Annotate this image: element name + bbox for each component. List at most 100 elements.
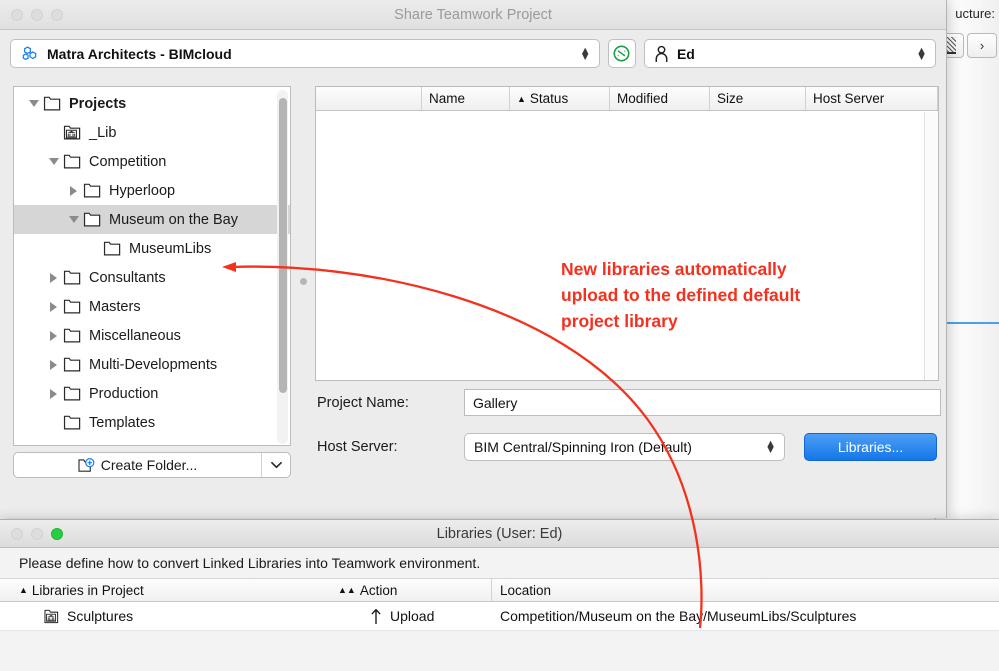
tree-twisty[interactable] (27, 97, 40, 110)
host-server-row: Host Server: BIM Central/Spinning Iron (… (317, 433, 941, 461)
folder-icon (63, 154, 81, 169)
tree-item-label: Masters (89, 298, 141, 315)
tree-twisty (87, 242, 100, 255)
column-header-status[interactable]: ▲ Status (510, 87, 610, 110)
user-select[interactable]: Ed ▲ ▼ (643, 39, 937, 68)
tree-item-lib[interactable]: _Lib (14, 118, 290, 147)
close-button[interactable] (11, 8, 23, 21)
column-header-blank[interactable] (316, 87, 422, 110)
library-folder-icon (63, 125, 81, 140)
zoom-button[interactable] (51, 8, 63, 21)
tree-item-label: Templates (89, 414, 156, 431)
chevron-right-icon (50, 359, 57, 370)
column-label: Modified (617, 91, 669, 106)
column-header-size[interactable]: Size (710, 87, 806, 110)
person-icon (655, 45, 668, 62)
libraries-button[interactable]: Libraries... (804, 433, 937, 461)
tree-item-production[interactable]: Production (14, 379, 290, 408)
project-name-input[interactable]: Gallery (464, 389, 941, 416)
column-label-libraries-in-project: Libraries in Project (31, 582, 144, 598)
libraries-window-title: Libraries (User: Ed) (436, 525, 563, 542)
tree-twisty[interactable] (47, 387, 60, 400)
file-list-body[interactable] (316, 111, 938, 380)
table-row[interactable]: Sculptures Upload Competition/Museum on … (0, 602, 999, 631)
column-header-host-server[interactable]: Host Server (806, 87, 938, 110)
tree-item-miscellaneous[interactable]: Miscellaneous (14, 321, 290, 350)
create-folder-menu-button[interactable] (261, 453, 290, 477)
tree-scrollbar-thumb[interactable] (278, 98, 287, 393)
tree-twisty (47, 126, 60, 139)
tree-item-label: Museum on the Bay (109, 211, 238, 228)
libraries-window: Libraries (User: Ed) Please define how t… (0, 519, 999, 671)
structure-next-button[interactable]: › (967, 33, 997, 58)
libraries-window-titlebar[interactable]: Libraries (User: Ed) (0, 520, 999, 548)
tree-twisty[interactable] (67, 213, 80, 226)
chevron-down-icon (48, 158, 59, 165)
panel-splitter-handle[interactable] (300, 278, 307, 285)
library-location-cell: Competition/Museum on the Bay/MuseumLibs… (500, 608, 857, 624)
libraries-instruction-text: Please define how to convert Linked Libr… (0, 548, 999, 579)
window-titlebar[interactable]: Share Teamwork Project (0, 0, 946, 30)
annotation-line-3: project library (561, 311, 678, 331)
tree-item-hyperloop[interactable]: Hyperloop (14, 176, 290, 205)
upload-arrow-icon (371, 608, 381, 624)
tree-item-museumlibs[interactable]: MuseumLibs (14, 234, 290, 263)
host-server-label: Host Server: (317, 439, 398, 455)
libraries-table-footer (0, 631, 999, 671)
column-label-action: Action (359, 582, 398, 598)
tree-scrollbar[interactable] (277, 90, 288, 444)
column-header-libraries-in-project[interactable]: ▲ Libraries in Project (0, 579, 330, 601)
tree-twisty[interactable] (47, 300, 60, 313)
refresh-button[interactable] (607, 39, 636, 68)
column-label: Size (717, 91, 744, 106)
column-header-location[interactable]: Location (492, 579, 999, 601)
column-header-name[interactable]: Name (422, 87, 510, 110)
minimize-button[interactable] (31, 8, 43, 21)
sort-ascending-icon: ▲ (19, 585, 28, 595)
folder-icon (63, 415, 81, 430)
project-tree-list[interactable]: Projects _Lib Competition Hyperloop Museum o… (14, 87, 290, 437)
tree-item-label: Hyperloop (109, 182, 176, 199)
background-panel-label: ucture: (955, 6, 995, 21)
tree-twisty[interactable] (67, 184, 80, 197)
tree-twisty[interactable] (47, 155, 60, 168)
column-header-action[interactable]: ▲▲ Action (330, 579, 492, 601)
file-list-scrollbar[interactable] (924, 112, 938, 380)
server-stepper-arrows[interactable]: ▲ ▼ (580, 45, 593, 62)
chevron-down-icon (28, 100, 39, 107)
chevron-right-icon (50, 388, 57, 399)
tree-item-label: MuseumLibs (129, 240, 212, 257)
chevron-down-icon (68, 216, 79, 223)
bimcloud-server-value: Matra Architects - BIMcloud (47, 45, 232, 62)
host-server-value: BIM Central/Spinning Iron (Default) (474, 439, 692, 455)
host-server-select[interactable]: BIM Central/Spinning Iron (Default) ▲ ▼ (464, 433, 785, 461)
chevron-right-icon (50, 301, 57, 312)
folder-icon (63, 270, 81, 285)
tree-item-masters[interactable]: Masters (14, 292, 290, 321)
tree-item-museum-on-the-bay[interactable]: Museum on the Bay (14, 205, 290, 234)
tree-twisty[interactable] (47, 329, 60, 342)
chevron-right-icon (50, 330, 57, 341)
tree-twisty[interactable] (47, 271, 60, 284)
column-header-modified[interactable]: Modified (610, 87, 710, 110)
create-folder-button[interactable]: Create Folder... (14, 453, 261, 477)
folder-icon (83, 212, 101, 227)
library-name-cell: Sculptures (0, 608, 330, 624)
tree-item-templates[interactable]: Templates (14, 408, 290, 437)
column-label: Host Server (813, 91, 885, 106)
tree-item-projects[interactable]: Projects (14, 89, 290, 118)
tree-item-consultants[interactable]: Consultants (14, 263, 290, 292)
file-list-header[interactable]: Name ▲ Status Modified Size Host Server (316, 87, 938, 111)
project-file-list-panel: Name ▲ Status Modified Size Host Server (315, 86, 939, 381)
host-server-stepper-arrows[interactable]: ▲ ▼ (765, 439, 778, 456)
new-folder-icon (78, 457, 95, 472)
folder-icon (63, 386, 81, 401)
user-stepper-arrows[interactable]: ▲ ▼ (916, 45, 929, 62)
bimcloud-server-select[interactable]: Matra Architects - BIMcloud ▲ ▼ (10, 39, 600, 68)
tree-item-label: _Lib (89, 124, 117, 141)
libraries-table-header[interactable]: ▲ Libraries in Project ▲▲ Action Locatio… (0, 579, 999, 602)
tree-item-multi-developments[interactable]: Multi-Developments (14, 350, 290, 379)
tree-item-competition[interactable]: Competition (14, 147, 290, 176)
create-folder-control[interactable]: Create Folder... (13, 452, 291, 478)
tree-twisty[interactable] (47, 358, 60, 371)
